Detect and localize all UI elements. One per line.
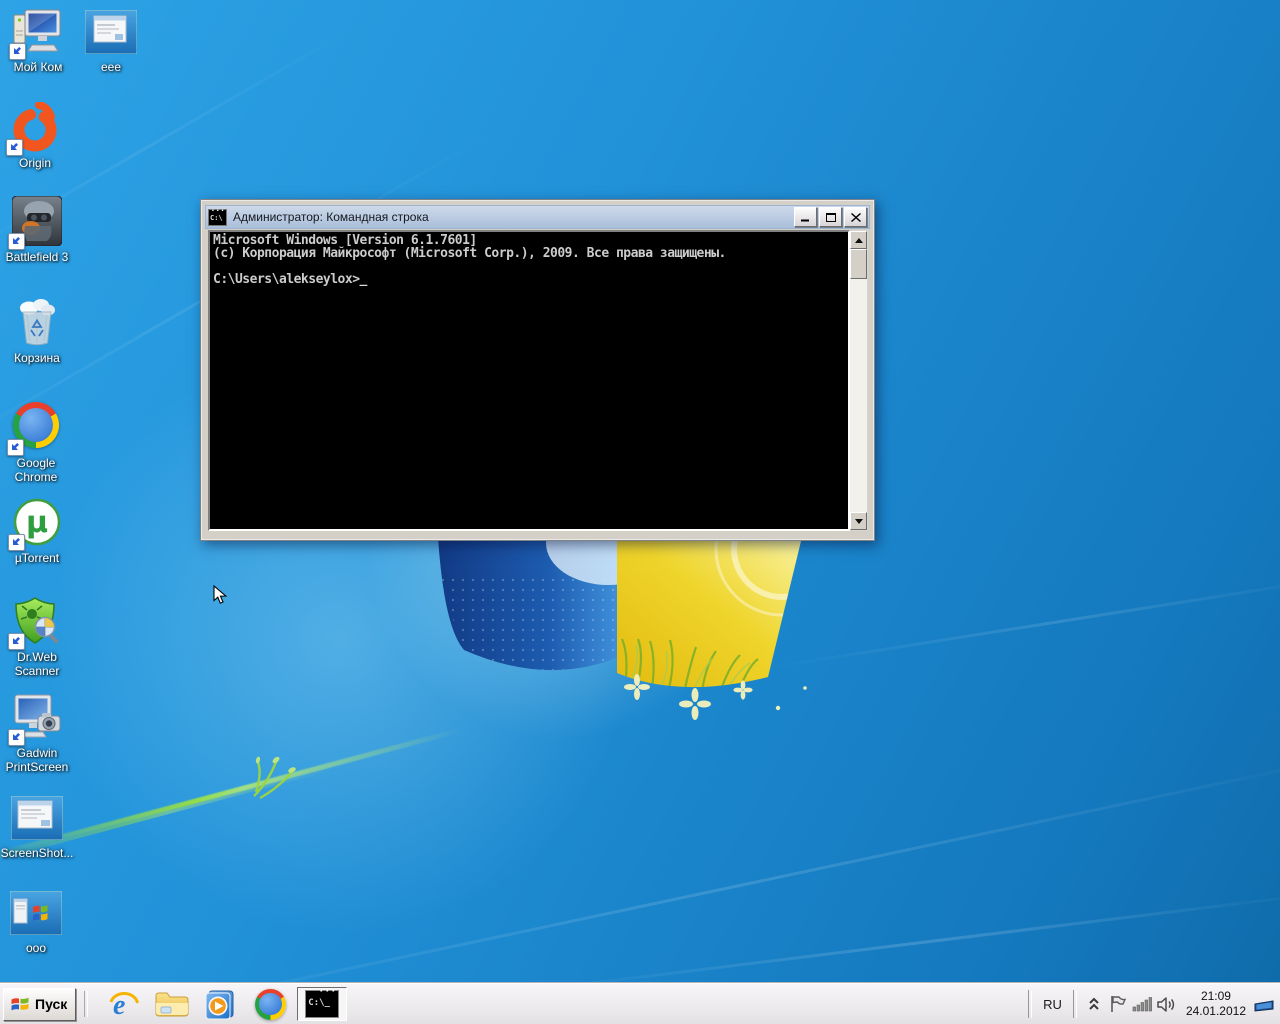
wallpaper-flowers bbox=[624, 674, 807, 720]
scroll-down-button[interactable] bbox=[850, 512, 867, 530]
desktop-icon-label: Battlefield 3 bbox=[5, 250, 69, 264]
desktop-icon-battlefield3[interactable]: Battlefield 3 bbox=[0, 195, 75, 264]
desktop-icon-label: ooo bbox=[25, 941, 47, 955]
desktop-icon-label: Dr.Web Scanner bbox=[14, 650, 60, 678]
console-line: (c) Корпорация Майкрософт (Microsoft Cor… bbox=[213, 246, 726, 261]
shortcut-arrow-icon bbox=[6, 139, 23, 156]
shortcut-arrow-icon bbox=[8, 534, 25, 551]
console-prompt-line: C:\Users\alekseylox>_ bbox=[213, 272, 368, 287]
tray-date: 24.01.2012 bbox=[1185, 1004, 1246, 1018]
origin-icon bbox=[6, 101, 61, 156]
wallpaper-plant-sprig bbox=[253, 756, 296, 800]
cmd-icon: ··· C:\ bbox=[208, 206, 227, 226]
start-button-label: Пуск bbox=[35, 996, 68, 1012]
show-desktop-icon bbox=[1254, 1000, 1274, 1012]
screenshot-thumbnail-icon bbox=[10, 792, 64, 844]
taskbar-internet-explorer[interactable]: e bbox=[106, 987, 142, 1021]
svg-text:e: e bbox=[113, 990, 125, 1021]
media-player-icon bbox=[205, 990, 234, 1020]
mouse-cursor bbox=[213, 585, 228, 604]
tray-separator bbox=[1072, 990, 1077, 1018]
windows-logo-icon bbox=[11, 997, 29, 1011]
maximize-button[interactable] bbox=[819, 207, 842, 227]
utorrent-icon: µ bbox=[8, 497, 63, 551]
desktop-icon-screenshot[interactable]: ScreenShot... bbox=[0, 792, 75, 860]
gadwin-printscreen-icon bbox=[8, 692, 63, 746]
show-desktop-button[interactable] bbox=[1252, 989, 1276, 1019]
screenshot-thumbnail-icon bbox=[84, 6, 138, 58]
language-indicator[interactable]: RU bbox=[1037, 997, 1068, 1012]
battlefield3-icon bbox=[8, 195, 63, 250]
flag-icon bbox=[1111, 996, 1127, 1012]
shortcut-arrow-icon bbox=[8, 729, 25, 746]
screen: Мой Ком eee Origin Battlefield 3 Корзина… bbox=[0, 0, 1280, 1024]
taskbar-button-cmd[interactable]: ··· C:\_ bbox=[297, 986, 348, 1021]
internet-explorer-icon: e bbox=[109, 990, 140, 1021]
chrome-icon bbox=[254, 988, 286, 1020]
desktop-icon-recycle-bin[interactable]: Корзина bbox=[0, 297, 75, 365]
cmd-icon: ··· C:\_ bbox=[305, 986, 340, 1018]
desktop-icon-label: ScreenShot... bbox=[0, 846, 74, 860]
tray-time: 21:09 bbox=[1200, 989, 1231, 1003]
desktop-icon-drweb[interactable]: Dr.Web Scanner bbox=[0, 596, 75, 678]
scrollbar-track[interactable] bbox=[850, 279, 867, 512]
start-button[interactable]: Пуск bbox=[3, 987, 77, 1021]
quick-launch-separator bbox=[84, 991, 89, 1017]
cmd-window-titlebar[interactable]: ··· C:\ Администратор: Командная строка bbox=[205, 205, 870, 229]
chevron-up-icon bbox=[1089, 997, 1099, 1010]
scrollbar[interactable] bbox=[850, 230, 868, 531]
tray-separator bbox=[1028, 990, 1033, 1018]
shortcut-arrow-icon bbox=[8, 633, 25, 650]
taskbar-chrome[interactable] bbox=[252, 987, 288, 1021]
shortcut-arrow-icon bbox=[8, 233, 25, 250]
cmd-window: ··· C:\ Администратор: Командная строка M… bbox=[200, 199, 875, 541]
window-title: Администратор: Командная строка bbox=[233, 210, 429, 224]
desktop-icon-my-computer[interactable]: Мой Ком bbox=[0, 6, 76, 74]
close-button[interactable] bbox=[844, 207, 867, 227]
network-status[interactable] bbox=[1130, 990, 1154, 1018]
desktop-icon-origin[interactable]: Origin bbox=[0, 101, 73, 170]
volume[interactable] bbox=[1154, 990, 1178, 1018]
desktop-icon-eee[interactable]: eee bbox=[73, 6, 149, 74]
hidden-icons-chevron[interactable] bbox=[1082, 990, 1106, 1018]
desktop: Мой Ком eee Origin Battlefield 3 Корзина… bbox=[0, 0, 1280, 984]
recycle-bin-icon bbox=[11, 297, 63, 349]
desktop-icon-label: Google Chrome bbox=[14, 456, 58, 484]
network-bars-icon bbox=[1132, 997, 1152, 1012]
tray-clock[interactable]: 21:09 24.01.2012 bbox=[1186, 989, 1246, 1019]
taskbar: Пуск e ··· C:\_ RU 21:09 24.01.2012 bbox=[0, 983, 1280, 1024]
desktop-icon-gadwin[interactable]: Gadwin PrintScreen bbox=[0, 692, 75, 774]
desktop-icon-label: µTorrent bbox=[14, 551, 60, 565]
text-cursor: _ bbox=[359, 272, 368, 287]
wallpaper-streak bbox=[763, 573, 1280, 670]
wallpaper-streak bbox=[522, 890, 1280, 984]
my-computer-icon bbox=[9, 6, 64, 60]
taskbar-media-player[interactable] bbox=[202, 987, 238, 1021]
console-region: Microsoft Windows [Version 6.1.7601] (c) … bbox=[208, 230, 868, 531]
shortcut-arrow-icon bbox=[9, 43, 26, 60]
desktop-icon-ooo[interactable]: ooo bbox=[0, 887, 74, 955]
minimize-button[interactable] bbox=[794, 207, 817, 227]
desktop-icon-label: Gadwin PrintScreen bbox=[5, 746, 69, 774]
scrollbar-thumb[interactable] bbox=[850, 249, 867, 279]
speaker-icon bbox=[1157, 996, 1175, 1012]
desktop-icon-label: Корзина bbox=[14, 351, 60, 365]
desktop-icon-label: Origin bbox=[18, 156, 51, 170]
drweb-icon bbox=[8, 596, 63, 650]
desktop-icon-label: Мой Ком bbox=[13, 60, 63, 74]
svg-text:µ: µ bbox=[26, 505, 48, 540]
desktop-icon-utorrent[interactable]: µ µTorrent bbox=[0, 497, 75, 565]
chrome-icon bbox=[7, 402, 62, 456]
folder-icon bbox=[155, 992, 189, 1017]
screenshot-thumbnail-icon bbox=[9, 887, 63, 939]
desktop-icon-label: eee bbox=[100, 60, 122, 74]
taskbar-windows-explorer[interactable] bbox=[154, 987, 190, 1021]
shortcut-arrow-icon bbox=[7, 439, 24, 456]
action-center[interactable] bbox=[1106, 990, 1130, 1018]
scroll-up-button[interactable] bbox=[850, 231, 867, 249]
desktop-icon-chrome[interactable]: Google Chrome bbox=[0, 399, 74, 484]
console-output[interactable]: Microsoft Windows [Version 6.1.7601] (c) … bbox=[208, 230, 850, 531]
